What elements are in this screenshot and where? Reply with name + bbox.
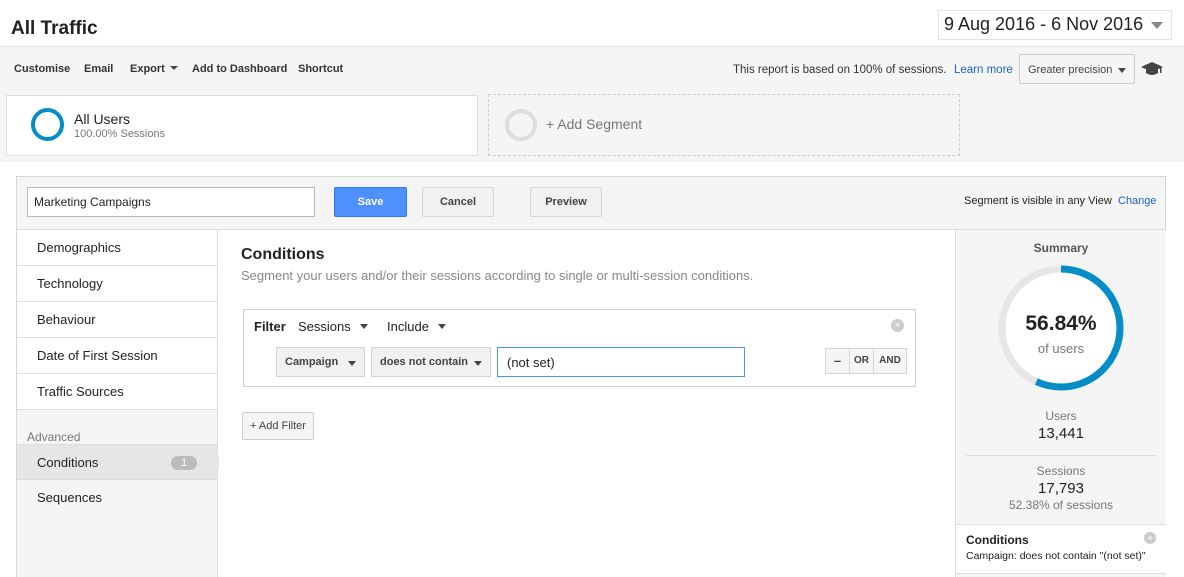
summary-divider [966, 455, 1156, 456]
dimension-dropdown[interactable]: Campaign [276, 347, 365, 377]
conditions-title: Conditions [241, 246, 325, 263]
sidebar-item-label: Conditions [37, 455, 99, 470]
shortcut-link[interactable]: Shortcut [298, 63, 343, 75]
export-menu[interactable]: Export [130, 63, 178, 75]
sidebar-item-demographics[interactable]: Demographics [17, 230, 217, 266]
email-link[interactable]: Email [84, 63, 113, 75]
summary-panel: Summary 56.84% of users Users 13,441 Ses… [955, 230, 1166, 577]
gauge-percent: 56.84% [1025, 312, 1097, 335]
filter-label: Filter [254, 319, 286, 334]
sidebar-item-technology[interactable]: Technology [17, 266, 217, 302]
sidebar-item-conditions[interactable]: Conditions 1 [17, 444, 217, 480]
sidebar-item-label: Date of First Session [37, 348, 158, 363]
sidebar-item-behaviour[interactable]: Behaviour [17, 302, 217, 338]
dimension-label: Campaign [285, 356, 339, 368]
segment-name-input[interactable] [27, 187, 315, 217]
add-to-dashboard-link[interactable]: Add to Dashboard [192, 63, 287, 75]
operator-label: does not contain [380, 356, 468, 368]
chevron-down-icon [169, 66, 178, 70]
visibility-note: Segment is visible in any View [964, 195, 1112, 207]
include-label: Include [387, 319, 429, 334]
segment-ring-icon [31, 108, 64, 141]
report-toolbar: Customise Email Export Add to Dashboard … [0, 46, 1184, 90]
add-filter-button[interactable]: + Add Filter [242, 412, 314, 440]
remove-filter-icon[interactable]: × [891, 319, 904, 332]
change-link[interactable]: Change [1118, 195, 1157, 207]
scope-dropdown[interactable]: Sessions [298, 319, 368, 334]
add-segment-button[interactable]: + Add Segment [488, 94, 960, 156]
conditions-description: Segment your users and/or their sessions… [241, 268, 754, 283]
preview-button[interactable]: Preview [530, 187, 602, 217]
sidebar-item-date-of-first-session[interactable]: Date of First Session [17, 338, 217, 374]
logic-buttons: – OR AND [825, 348, 907, 374]
learn-more-link[interactable]: Learn more [954, 64, 1013, 76]
sampling-note: This report is based on 100% of sessions… [733, 64, 947, 76]
sidebar-item-traffic-sources[interactable]: Traffic Sources [17, 374, 217, 410]
conditions-count-badge: 1 [171, 456, 197, 470]
and-button[interactable]: AND [874, 349, 906, 373]
export-label: Export [130, 63, 165, 75]
customise-link[interactable]: Customise [14, 63, 70, 75]
remove-condition-button[interactable]: – [826, 349, 850, 373]
users-value: 13,441 [1038, 425, 1084, 442]
or-button[interactable]: OR [850, 349, 874, 373]
sidebar-item-label: Behaviour [37, 312, 96, 327]
summary-conditions-title: Conditions [966, 533, 1029, 547]
save-button[interactable]: Save [334, 187, 407, 217]
precision-label: Greater precision [1028, 64, 1113, 76]
segment-ring-icon [505, 109, 537, 141]
summary-gauge: 56.84% of users [996, 263, 1126, 393]
date-range-text: 9 Aug 2016 - 6 Nov 2016 [944, 14, 1144, 34]
sidebar-item-label: Technology [37, 276, 103, 291]
sidebar-item-sequences[interactable]: Sequences [17, 480, 217, 516]
segment-sessions: 100.00% Sessions [74, 128, 166, 140]
segment-editor-header: Save Cancel Preview Segment is visible i… [17, 177, 1165, 230]
report-header: All Traffic 9 Aug 2016 - 6 Nov 2016 [0, 0, 1184, 46]
sidebar-item-label: Sequences [37, 490, 103, 505]
sessions-value: 17,793 [1038, 480, 1084, 497]
filter-value-input[interactable] [497, 347, 745, 377]
graduation-cap-icon[interactable] [1141, 62, 1163, 76]
summary-title: Summary [1033, 241, 1089, 255]
segment-editor: Save Cancel Preview Segment is visible i… [16, 176, 1166, 577]
segment-name: All Users [74, 111, 131, 127]
segment-sidebar: Demographics Technology Behaviour Date o… [17, 230, 218, 577]
sessions-label: Sessions [1036, 464, 1086, 478]
summary-conditions: Conditions × Campaign: does not contain … [956, 524, 1166, 574]
chevron-down-icon [437, 324, 446, 329]
page-title: All Traffic [11, 18, 98, 39]
users-label: Users [1045, 409, 1077, 423]
scope-label: Sessions [298, 319, 351, 334]
close-icon[interactable]: × [1144, 532, 1156, 544]
segment-all-users[interactable]: All Users 100.00% Sessions [6, 95, 478, 156]
date-range-picker[interactable]: 9 Aug 2016 - 6 Nov 2016 [938, 10, 1172, 40]
chevron-down-icon [348, 361, 356, 366]
chevron-down-icon [1151, 22, 1163, 29]
filter-box: Filter Sessions Include × Campaign does … [243, 309, 916, 387]
summary-conditions-desc: Campaign: does not contain "(not set)" [966, 550, 1146, 562]
conditions-panel: Conditions Segment your users and/or the… [219, 230, 955, 577]
include-dropdown[interactable]: Include [387, 319, 446, 334]
sessions-percent: 52.38% of sessions [1008, 498, 1114, 512]
chevron-down-icon [1118, 68, 1126, 73]
gauge-subtitle: of users [1037, 341, 1085, 356]
sidebar-item-label: Traffic Sources [37, 384, 124, 399]
chevron-down-icon [359, 324, 368, 329]
advanced-heading: Advanced [27, 430, 81, 444]
precision-select[interactable]: Greater precision [1019, 54, 1135, 84]
cancel-button[interactable]: Cancel [422, 187, 494, 217]
operator-dropdown[interactable]: does not contain [371, 347, 491, 377]
segment-bar: All Users 100.00% Sessions + Add Segment [0, 90, 1184, 162]
add-segment-label: + Add Segment [546, 116, 643, 132]
chevron-down-icon [474, 361, 482, 366]
sidebar-item-label: Demographics [37, 240, 121, 255]
